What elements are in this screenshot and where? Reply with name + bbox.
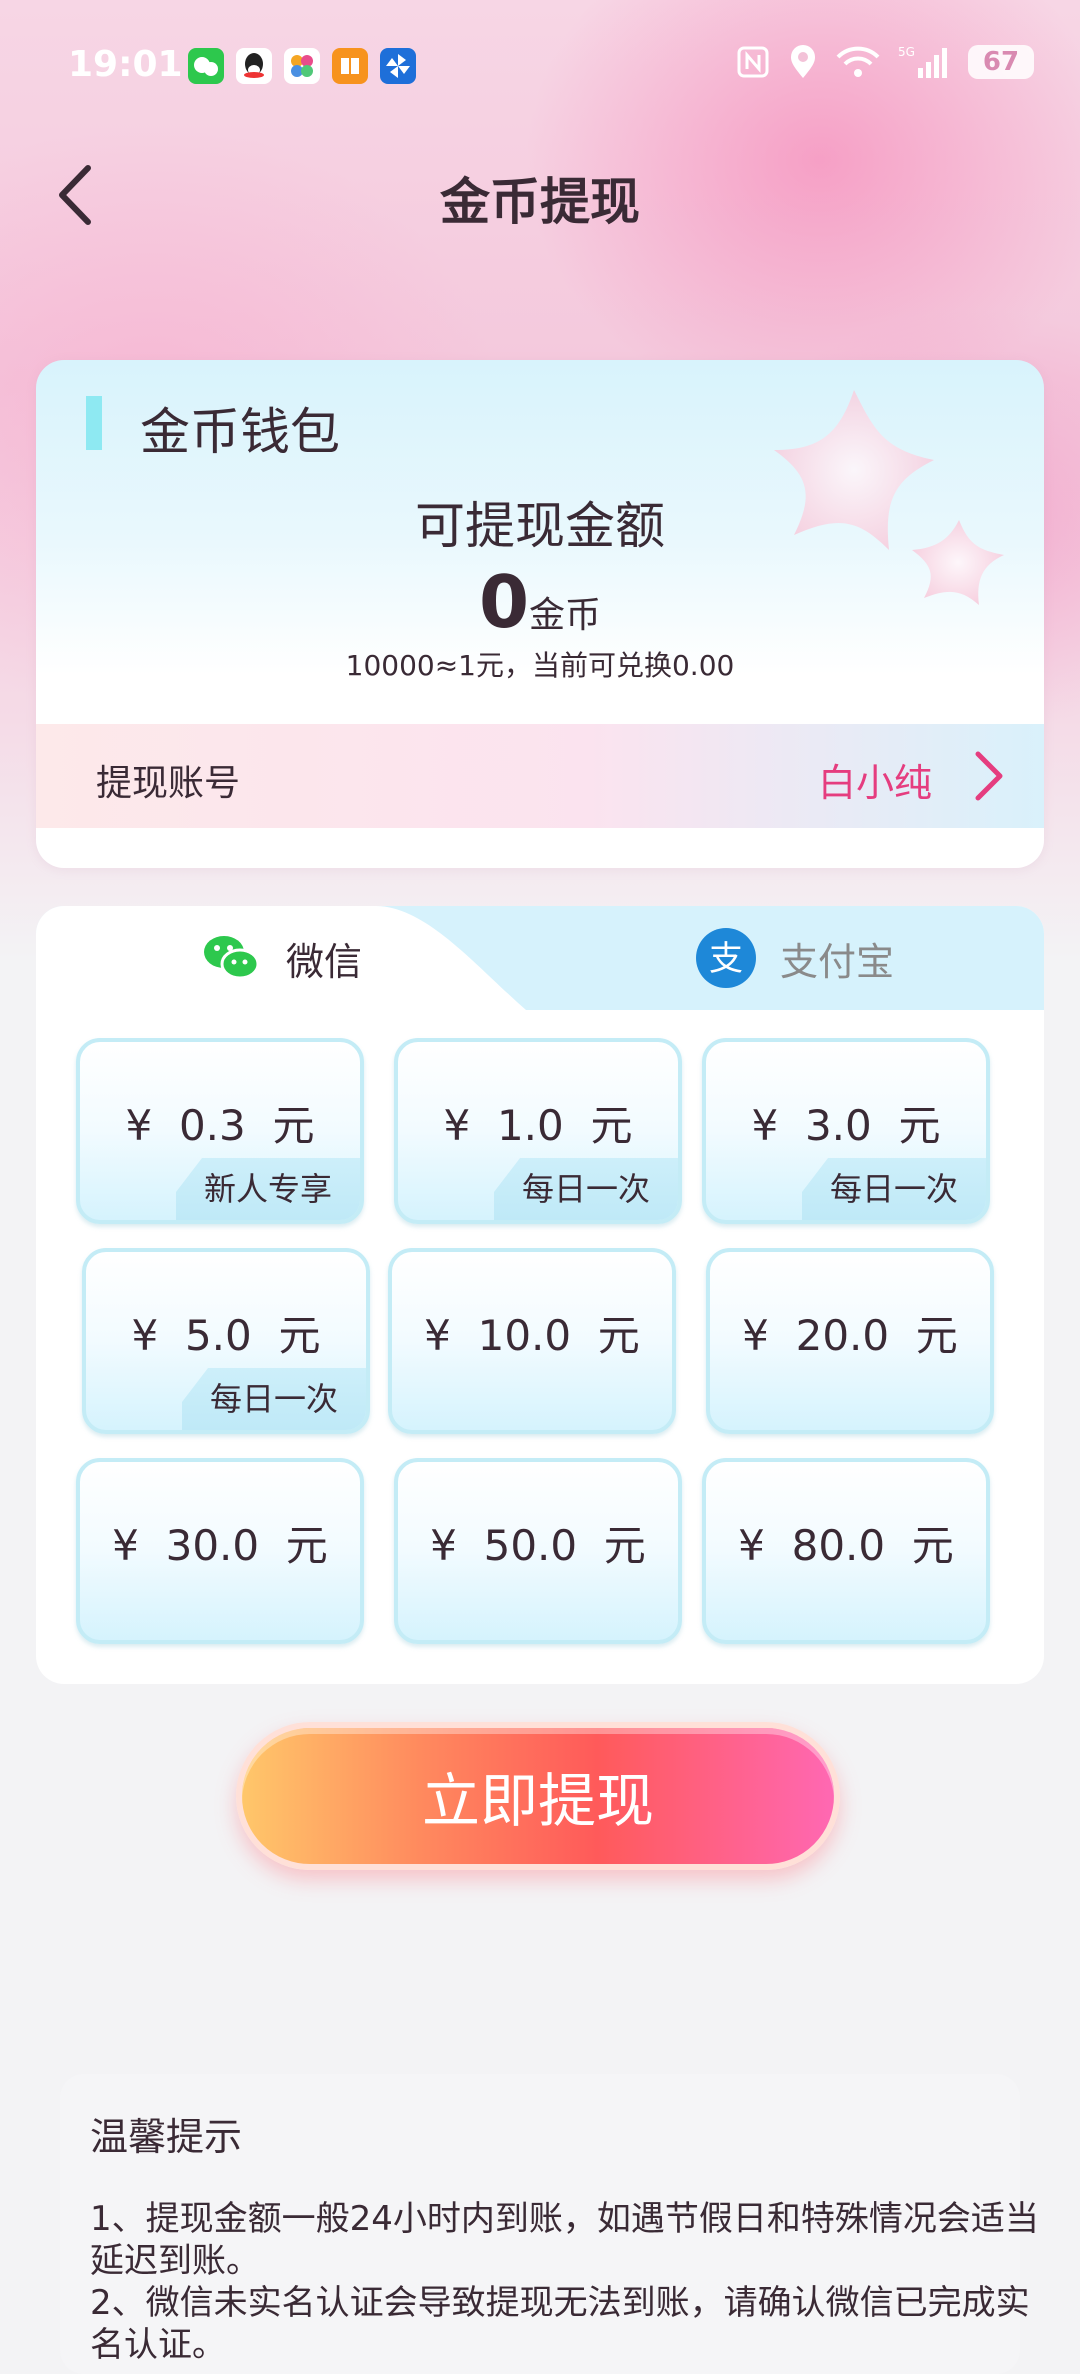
pinwheel-icon xyxy=(380,48,416,84)
balance-unit: 金币 xyxy=(529,595,602,636)
coin-wallet-card: 金币钱包 可提现金额 0金币 10000≈1元，当前可兑换0.00 提现账号 白… xyxy=(36,360,1044,868)
amount-option[interactable]: ¥ 10.0 元 xyxy=(388,1248,676,1434)
balance-label: 可提现金额 xyxy=(415,497,665,555)
amount-option[interactable]: ¥ 50.0 元 xyxy=(394,1458,682,1644)
option-amount: ¥ 50.0 元 xyxy=(430,1521,646,1570)
option-tag: 新人专享 xyxy=(176,1158,360,1220)
amount-option[interactable]: ¥ 20.0 元 xyxy=(706,1248,994,1434)
amount-option[interactable]: ¥ 3.0 元 每日一次 xyxy=(702,1038,990,1224)
chevron-right-icon xyxy=(975,751,1003,801)
withdraw-account-row[interactable]: 提现账号 白小纯 xyxy=(36,724,1044,828)
amount-option[interactable]: ¥ 30.0 元 xyxy=(76,1458,364,1644)
nfc-icon xyxy=(737,46,769,78)
tab-wechat[interactable]: 微信 xyxy=(200,906,362,1010)
option-amount: ¥ 30.0 元 xyxy=(112,1521,328,1570)
5g-signal-icon: 5G xyxy=(898,45,947,78)
tab-wechat-label: 微信 xyxy=(286,939,363,984)
account-name: 白小纯 xyxy=(817,761,932,805)
location-icon xyxy=(791,45,815,78)
amount-option[interactable]: ¥ 80.0 元 xyxy=(702,1458,990,1644)
amount-option[interactable]: ¥ 1.0 元 每日一次 xyxy=(394,1038,682,1224)
balance-value: 0 xyxy=(478,560,530,644)
exchange-rate-note: 10000≈1元，当前可兑换0.00 xyxy=(345,649,735,682)
battery-icon: 67 xyxy=(968,45,1034,79)
alipay-icon: 支 xyxy=(696,928,756,988)
svg-text:支: 支 xyxy=(709,939,743,979)
option-amount: ¥ 10.0 元 xyxy=(424,1311,640,1360)
reader-icon xyxy=(332,48,368,84)
withdraw-now-button[interactable]: 立即提现 xyxy=(236,1722,840,1870)
option-tag: 每日一次 xyxy=(494,1158,678,1220)
tip-item: 2、微信未实名认证会导致提现无法到账，请确认微信已完成实名认证。 xyxy=(90,2283,1030,2365)
tab-alipay-label: 支付宝 xyxy=(780,939,895,984)
option-tag: 每日一次 xyxy=(182,1368,366,1430)
wechat-icon xyxy=(204,936,260,980)
wallet-title: 金币钱包 xyxy=(140,403,340,461)
option-amount: ¥ 20.0 元 xyxy=(742,1311,958,1360)
account-label: 提现账号 xyxy=(96,763,241,804)
option-amount: ¥ 3.0 元 xyxy=(751,1101,941,1150)
svg-text:5G: 5G xyxy=(898,45,915,59)
tab-alipay[interactable]: 支 支付宝 xyxy=(694,906,894,1010)
page-title: 金币提现 xyxy=(440,173,640,231)
option-tag: 每日一次 xyxy=(802,1158,986,1220)
title-accent-bar xyxy=(86,396,102,450)
withdraw-options-panel: 微信 支 支付宝 ¥ 0.3 元 新人专享 ¥ 1.0 元 每日一次 ¥ 3.0… xyxy=(36,906,1044,1684)
photos-icon xyxy=(284,48,320,84)
status-time: 19:01 xyxy=(68,44,183,85)
tips-card: 温馨提示 1、提现金额一般24小时内到账，如遇节假日和特殊情况会适当延迟到账。 … xyxy=(60,2074,1039,2374)
amount-option[interactable]: ¥ 0.3 元 新人专享 xyxy=(76,1038,364,1224)
option-amount: ¥ 5.0 元 xyxy=(131,1311,321,1360)
tips-body: 1、提现金额一般24小时内到账，如遇节假日和特殊情况会适当延迟到账。 2、微信未… xyxy=(90,2198,1050,2366)
wechat-icon xyxy=(188,48,224,84)
tips-title: 温馨提示 xyxy=(90,2115,243,2159)
system-status-icons: 5G 67 xyxy=(736,44,1034,80)
amount-option[interactable]: ¥ 5.0 元 每日一次 xyxy=(82,1248,370,1434)
option-amount: ¥ 80.0 元 xyxy=(738,1521,954,1570)
balance-display: 0金币 xyxy=(36,560,1044,644)
option-amount: ¥ 0.3 元 xyxy=(125,1101,315,1150)
tip-item: 1、提现金额一般24小时内到账，如遇节假日和特殊情况会适当延迟到账。 xyxy=(90,2199,1039,2281)
option-amount: ¥ 1.0 元 xyxy=(443,1101,633,1150)
status-bar: 19:01 5G 67 xyxy=(0,0,1080,130)
wifi-icon xyxy=(836,46,880,77)
qq-icon xyxy=(236,48,272,84)
